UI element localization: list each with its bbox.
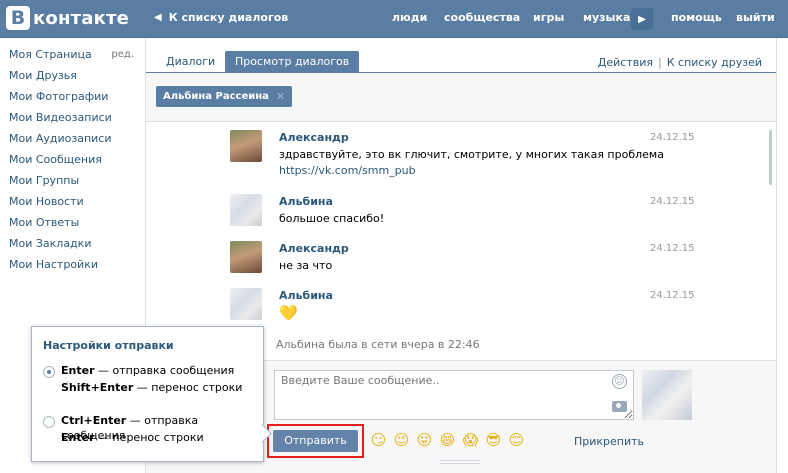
emoji-bar: 😏 😉 😜 😄 😱 😎 😊: [369, 431, 530, 450]
message-text: не за что: [279, 259, 333, 272]
message-link[interactable]: https://vk.com/smm_pub: [279, 163, 699, 179]
tab-dialog-view[interactable]: Просмотр диалогов: [225, 51, 360, 73]
menu-my-friends[interactable]: Мои Друзья: [9, 68, 139, 89]
grin-emoji-icon[interactable]: 😄: [438, 431, 457, 450]
wink-emoji-icon[interactable]: 😉: [392, 431, 411, 450]
scrollbar[interactable]: [769, 130, 772, 185]
edit-menu-link[interactable]: ред.: [111, 47, 134, 63]
message-date: 24.12.15: [650, 132, 695, 143]
message-author[interactable]: Александр: [279, 130, 699, 146]
option1-line1[interactable]: Enter — отправка сообщения: [61, 363, 234, 378]
logo-letter: В: [6, 6, 30, 30]
smile-emoji-icon[interactable]: 😊: [507, 431, 526, 450]
message-input[interactable]: [274, 370, 634, 420]
menu-my-news[interactable]: Мои Новости: [9, 194, 139, 215]
message-author[interactable]: Альбина: [279, 194, 699, 210]
actions-link[interactable]: Действия: [598, 56, 653, 69]
option1-key2: Shift+Enter: [61, 381, 134, 394]
message-text: здравствуйте, это вк глючит, смотрите, у…: [279, 148, 664, 161]
send-button[interactable]: Отправить: [273, 430, 358, 452]
message-date: 24.12.15: [650, 196, 695, 207]
tab-dialogs[interactable]: Диалоги: [156, 51, 225, 73]
attach-link[interactable]: Прикрепить: [574, 435, 644, 448]
send-button-highlight: Отправить: [267, 424, 364, 458]
vk-logo[interactable]: В контакте: [6, 6, 129, 30]
chevron-left-icon: ◀: [154, 12, 162, 23]
message-body: Александр не за что: [279, 241, 699, 274]
logo-text: контакте: [33, 7, 130, 29]
send-settings-title: Настройки отправки: [43, 339, 174, 352]
scream-emoji-icon[interactable]: 😱: [461, 431, 480, 450]
nav-logout[interactable]: выйти: [736, 11, 775, 27]
smile-icon[interactable]: ☺: [612, 374, 627, 389]
avatar[interactable]: [230, 194, 262, 226]
message-date: 24.12.15: [650, 290, 695, 301]
menu-my-audio[interactable]: Мои Аудиозаписи: [9, 131, 139, 152]
online-status: Альбина была в сети вчера в 22:46: [276, 338, 480, 351]
peer-bar: Альбина Рассеина ✕: [146, 74, 776, 122]
nav-help[interactable]: помощь: [671, 11, 722, 27]
menu-my-groups[interactable]: Мои Группы: [9, 173, 139, 194]
message-text: большое спасибо!: [279, 212, 385, 225]
avatar[interactable]: [230, 130, 262, 162]
menu-my-page-label: Моя Страница: [9, 48, 92, 61]
music-play-button[interactable]: ▶: [631, 8, 653, 30]
option1-desc1: — отправка сообщения: [94, 364, 235, 377]
message-author[interactable]: Альбина: [279, 288, 699, 304]
tongue-emoji-icon[interactable]: 😜: [415, 431, 434, 450]
nav-communities[interactable]: сообщества: [444, 11, 520, 27]
resize-grip[interactable]: [440, 460, 480, 464]
menu-my-page[interactable]: Моя Страница ред.: [9, 47, 139, 68]
option2-line2[interactable]: Enter — перенос строки: [61, 430, 204, 445]
option1-key1: Enter: [61, 364, 95, 377]
menu-my-bookmarks[interactable]: Мои Закладки: [9, 236, 139, 257]
back-to-dialogs-label: К списку диалогов: [168, 11, 289, 24]
message-date: 24.12.15: [650, 243, 695, 254]
top-header: В контакте ◀ К списку диалогов люди сооб…: [0, 0, 788, 38]
menu-my-messages[interactable]: Мои Сообщения: [9, 152, 139, 173]
option2-key2: Enter: [61, 431, 95, 444]
camera-icon[interactable]: [612, 401, 627, 412]
peer-chip[interactable]: Альбина Рассеина ✕: [156, 86, 293, 107]
menu-my-videos[interactable]: Мои Видеозаписи: [9, 110, 139, 131]
top-links: Действия | К списку друзей: [598, 56, 762, 69]
tabs-bar: Диалоги Просмотр диалогов Действия | К спи…: [146, 38, 776, 73]
option2-key1: Ctrl+Enter: [61, 414, 127, 427]
message-body: Альбина большое спасибо!: [279, 194, 699, 227]
friends-list-link[interactable]: К списку друзей: [667, 56, 762, 69]
play-icon: ▶: [638, 13, 646, 25]
heart-emoji: 💛: [279, 304, 298, 322]
left-menu: Моя Страница ред. Мои Друзья Мои Фотограф…: [9, 47, 139, 278]
peer-name: Альбина Рассеина: [163, 91, 269, 102]
send-settings-popup: Настройки отправки Enter — отправка сооб…: [31, 326, 272, 462]
close-icon[interactable]: ✕: [276, 86, 285, 107]
option1-desc2: — перенос строки: [133, 381, 243, 394]
avatar[interactable]: [230, 288, 262, 320]
message-body: Александр здравствуйте, это вк глючит, с…: [279, 130, 699, 179]
message-author[interactable]: Александр: [279, 241, 699, 257]
back-to-dialogs-link[interactable]: ◀ К списку диалогов: [154, 11, 288, 24]
option1-line2[interactable]: Shift+Enter — перенос строки: [61, 380, 242, 395]
avatar[interactable]: [230, 241, 262, 273]
message-body: Альбина 💛: [279, 288, 699, 322]
radio-enter-send[interactable]: [43, 366, 55, 378]
menu-my-photos[interactable]: Мои Фотографии: [9, 89, 139, 110]
sunglasses-emoji-icon[interactable]: 😎: [484, 431, 503, 450]
links-separator: |: [658, 56, 662, 69]
menu-my-settings[interactable]: Мои Настройки: [9, 257, 139, 278]
option2-desc2: — перенос строки: [94, 431, 204, 444]
radio-ctrl-enter-send[interactable]: [43, 416, 55, 428]
menu-my-answers[interactable]: Мои Ответы: [9, 215, 139, 236]
avatar[interactable]: [642, 370, 692, 420]
nav-music[interactable]: музыка: [583, 11, 630, 27]
smirk-emoji-icon[interactable]: 😏: [369, 431, 388, 450]
nav-games[interactable]: игры: [533, 11, 564, 27]
nav-people[interactable]: люди: [392, 11, 427, 27]
